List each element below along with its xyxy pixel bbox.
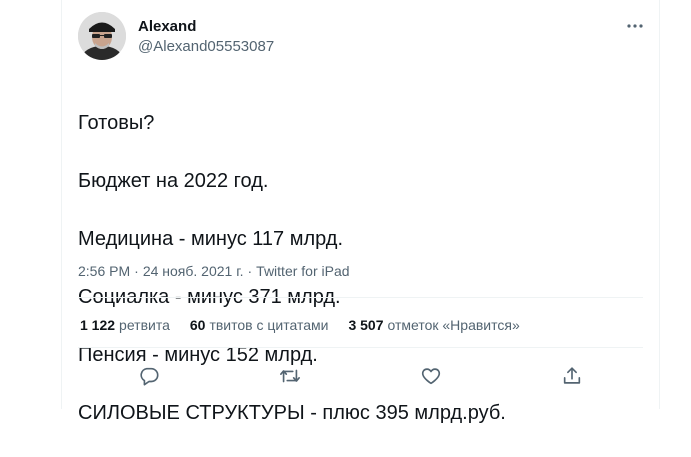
likes-stat[interactable]: 3 507 отметок «Нравится» [348, 316, 519, 335]
tweet-time[interactable]: 2:56 PM [78, 262, 130, 281]
tweet-stats: 1 122 ретвита 60 твитов с цитатами 3 507 от… [80, 316, 540, 335]
quotes-stat[interactable]: 60 твитов с цитатами [190, 316, 329, 335]
tweet-text-line: Медицина - минус 117 млрд. [78, 228, 344, 250]
avatar[interactable] [78, 12, 126, 60]
likes-label: отметок «Нравится» [387, 317, 520, 333]
meta-separator: · [247, 263, 253, 279]
quotes-count: 60 [189, 317, 206, 333]
tweet-text-line: Готовы? [78, 112, 155, 134]
tweet-text-line: СИЛОВЫЕ СТРУКТУРЫ - плюс 395 млрд.руб. [78, 402, 506, 424]
retweet-button[interactable] [272, 358, 308, 394]
author-handle[interactable]: @Alexand05553087 [138, 37, 274, 57]
divider [78, 297, 643, 298]
tweet-meta: 2:56 PM · 24 нояб. 2021 г. · Twitter for… [78, 262, 350, 281]
tweet-source[interactable]: Twitter for iPad [256, 262, 349, 281]
divider [78, 347, 643, 348]
tweet-actions [78, 358, 643, 394]
share-button[interactable] [554, 358, 590, 394]
heart-icon [422, 368, 441, 385]
author-name[interactable]: Alexand [138, 17, 196, 37]
meta-separator: · [134, 263, 139, 279]
retweets-count: 1 122 [80, 317, 116, 333]
like-button[interactable] [413, 358, 449, 394]
tweet-date[interactable]: 24 нояб. 2021 г. [143, 262, 244, 281]
retweets-stat[interactable]: 1 122 ретвита [80, 316, 170, 335]
reply-button[interactable] [131, 358, 167, 394]
retweets-label: ретвита [119, 317, 170, 333]
retweet-icon [279, 369, 300, 383]
tweet-text-line: Бюджет на 2022 год. [78, 170, 269, 192]
tweet-card: Alexand @Alexand05553087 Готовы? Бюджет … [61, 0, 660, 424]
quotes-label: твитов с цитатами [209, 317, 329, 333]
share-icon [564, 367, 581, 384]
reply-icon [140, 367, 159, 386]
more-button[interactable] [623, 14, 647, 38]
likes-count: 3 507 [348, 317, 384, 333]
avatar-image [78, 12, 126, 60]
more-horizontal-icon [627, 24, 643, 28]
